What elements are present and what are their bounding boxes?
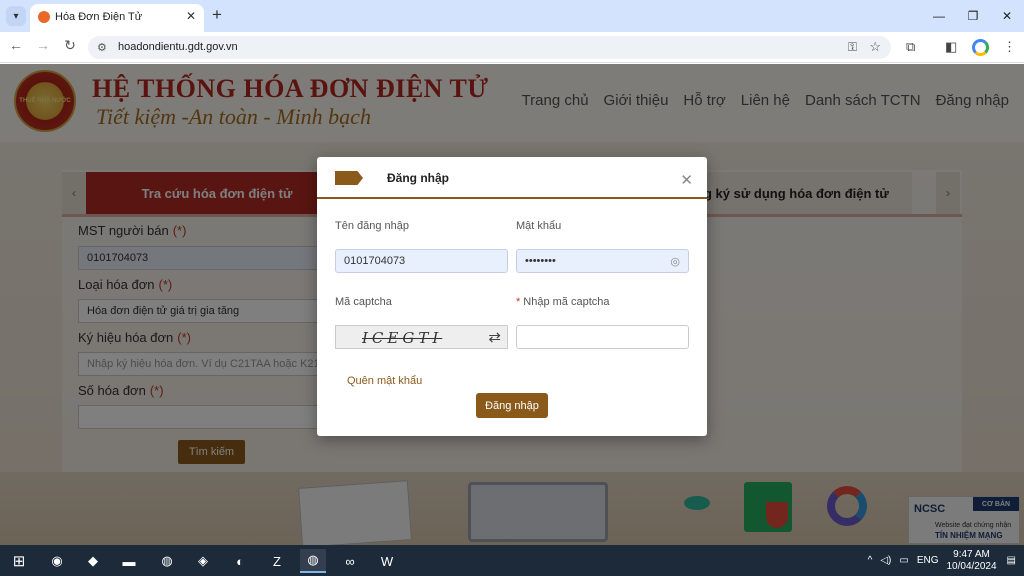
volume-icon[interactable]: ◁) bbox=[880, 555, 891, 566]
menu-icon[interactable]: ⋮ bbox=[1003, 39, 1016, 55]
zalo-icon[interactable]: Z bbox=[264, 549, 290, 573]
password-input[interactable]: •••••••• ◎ bbox=[516, 249, 689, 273]
captcha-image: ICEGTI ⇄ bbox=[335, 325, 508, 349]
clock[interactable]: 9:47 AM 10/04/2024 bbox=[946, 549, 996, 573]
browser-icon[interactable]: ◐ bbox=[227, 549, 253, 573]
word-icon[interactable]: W bbox=[374, 549, 400, 573]
url-text: hoadondientu.gdt.gov.vn bbox=[118, 41, 238, 53]
eye-slash-icon[interactable]: ◎ bbox=[670, 255, 680, 268]
browser-tab-strip: ▾ Hóa Đơn Điện Tử ✕ + — ❐ ✕ bbox=[0, 0, 1024, 32]
address-bar[interactable]: ⚙ hoadondientu.gdt.gov.vn ⚿ ☆ bbox=[88, 36, 891, 59]
app-icon-2[interactable]: ◍ bbox=[154, 549, 180, 573]
username-label: Tên đăng nhập bbox=[335, 220, 410, 232]
site-favicon-icon bbox=[38, 11, 50, 23]
captcha-text: ICEGTI bbox=[362, 329, 443, 347]
app-icon-1[interactable]: ◉ bbox=[44, 549, 70, 573]
browser-toolbar: ← → ↻ ⚙ hoadondientu.gdt.gov.vn ⚿ ☆ ⧉ ◧ … bbox=[0, 32, 1024, 63]
windows-taskbar: ⊞ ◉ ◆ ▬ ◍ ◈ ◐ Z ◍ ∞ W ^ ◁) ▭ ENG 9:47 AM… bbox=[0, 545, 1024, 576]
modal-title: Đăng nhập bbox=[387, 171, 449, 185]
close-tab-icon[interactable]: ✕ bbox=[186, 9, 196, 23]
captcha-label: Mã captcha bbox=[335, 296, 392, 308]
password-key-icon[interactable]: ⚿ bbox=[848, 40, 857, 55]
tab-title: Hóa Đơn Điện Tử bbox=[55, 11, 143, 23]
modal-header: Đăng nhập ✕ bbox=[317, 157, 707, 199]
network-icon[interactable]: ▭ bbox=[899, 555, 908, 566]
tray-chevron-icon[interactable]: ^ bbox=[868, 555, 873, 566]
notification-icon[interactable]: ▤ bbox=[1007, 555, 1016, 566]
dropbox-icon[interactable]: ◆ bbox=[80, 549, 106, 573]
reload-button[interactable]: ↻ bbox=[60, 37, 80, 54]
profile-google-icon[interactable] bbox=[972, 39, 989, 56]
browser-tab[interactable]: Hóa Đơn Điện Tử ✕ bbox=[30, 4, 204, 32]
close-window-button[interactable]: ✕ bbox=[990, 0, 1024, 32]
restore-button[interactable]: ❐ bbox=[956, 0, 990, 32]
extensions-icon[interactable]: ⧉ bbox=[906, 39, 915, 55]
password-value: •••••••• bbox=[525, 255, 556, 267]
minimize-button[interactable]: — bbox=[922, 0, 956, 32]
system-tray: ^ ◁) ▭ ENG 9:47 AM 10/04/2024 ▤ bbox=[868, 545, 1024, 576]
windows-start-icon[interactable]: ⊞ bbox=[6, 549, 32, 573]
flag-icon bbox=[335, 171, 363, 185]
captcha-input[interactable] bbox=[516, 325, 689, 349]
close-modal-icon[interactable]: ✕ bbox=[680, 171, 693, 189]
site-info-icon[interactable]: ⚙ bbox=[97, 41, 107, 54]
forgot-password-link[interactable]: Quên mật khẩu bbox=[347, 375, 422, 387]
login-button[interactable]: Đăng nhập bbox=[476, 393, 548, 418]
clock-date: 10/04/2024 bbox=[946, 560, 997, 572]
bookmark-star-icon[interactable]: ☆ bbox=[869, 39, 881, 55]
captcha-input-label: * Nhập mã captcha bbox=[516, 296, 610, 308]
new-tab-button[interactable]: + bbox=[212, 5, 222, 25]
username-input[interactable]: 0101704073 bbox=[335, 249, 508, 273]
back-button[interactable]: ← bbox=[6, 37, 26, 53]
refresh-captcha-icon[interactable]: ⇄ bbox=[488, 328, 501, 346]
app-icon-3[interactable]: ◈ bbox=[190, 549, 216, 573]
password-label: Mật khẩu bbox=[516, 220, 562, 232]
side-panel-icon[interactable]: ◧ bbox=[945, 39, 957, 55]
chrome-icon[interactable]: ◍ bbox=[300, 549, 326, 573]
visual-studio-icon[interactable]: ∞ bbox=[337, 549, 363, 573]
login-modal: Đăng nhập ✕ Tên đăng nhập 0101704073 Mật… bbox=[317, 157, 707, 436]
file-explorer-icon[interactable]: ▬ bbox=[116, 549, 142, 573]
language-indicator[interactable]: ENG bbox=[917, 555, 939, 566]
clock-time: 9:47 AM bbox=[953, 548, 990, 560]
forward-button[interactable]: → bbox=[33, 37, 53, 53]
tab-search-button[interactable]: ▾ bbox=[6, 6, 26, 26]
